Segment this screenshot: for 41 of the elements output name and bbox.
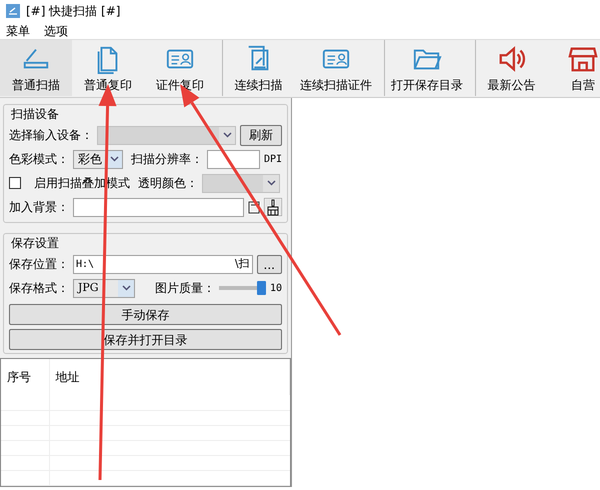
checkbox[interactable] [9, 177, 21, 189]
column-header[interactable]: 序号 [1, 359, 49, 395]
toolbar-button[interactable]: 最新公告 [475, 40, 547, 96]
slider-thumb[interactable] [256, 281, 266, 295]
speaker-icon [496, 44, 526, 74]
action-button[interactable]: 保存并打开目录 [9, 329, 282, 350]
menu-item[interactable]: 菜单 [6, 22, 30, 40]
toolbar-button[interactable]: 打开保存目录 [384, 40, 469, 96]
color-mode-dropdown[interactable]: 彩色 [73, 150, 123, 168]
caret-icon[interactable] [122, 285, 131, 291]
toolbar-button[interactable]: 普通复印 [72, 40, 144, 96]
folder-icon[interactable] [248, 200, 260, 214]
field-label: 选择输入设备： [9, 127, 93, 144]
toolbar-button[interactable]: 普通扫描 [0, 40, 72, 96]
toolbar-button[interactable]: 连续扫描 [222, 40, 294, 96]
column-header[interactable]: 地址 [49, 359, 290, 395]
field-label: 扫描分辨率： [131, 151, 203, 168]
toolbar-button[interactable]: 连续扫描证件 [294, 40, 378, 96]
field-label: 图片质量： [155, 280, 216, 297]
field-label: 透明颜色： [138, 175, 198, 192]
refresh-button[interactable]: 刷新 [240, 124, 282, 146]
toolbar-button[interactable]: 自营 [547, 40, 600, 96]
menu-item[interactable]: 选项 [44, 22, 68, 40]
window-title: [#] 快捷扫描 [#] [26, 3, 120, 20]
field-label: 保存格式： [9, 280, 69, 297]
group-title: 保存设置 [9, 234, 61, 252]
path-field[interactable]: H:\ \扫 [73, 254, 253, 274]
field-label: 加入背景： [9, 199, 69, 216]
action-button[interactable]: 手动保存 [9, 304, 282, 325]
browse-button[interactable]: ... [256, 254, 282, 274]
resolution-field[interactable] [207, 150, 260, 168]
app-icon [6, 4, 20, 18]
unit-label: DPI [264, 152, 282, 166]
background-field[interactable] [73, 198, 244, 216]
group-title: 扫描设备 [9, 105, 61, 123]
field-label: 保存位置： [9, 256, 69, 273]
caret-icon[interactable] [110, 156, 118, 162]
brush-icon[interactable] [264, 198, 282, 216]
slider-value: 10 [270, 282, 282, 296]
format-dropdown[interactable]: JPG [73, 278, 136, 298]
field-label: 色彩模式： [9, 151, 69, 168]
